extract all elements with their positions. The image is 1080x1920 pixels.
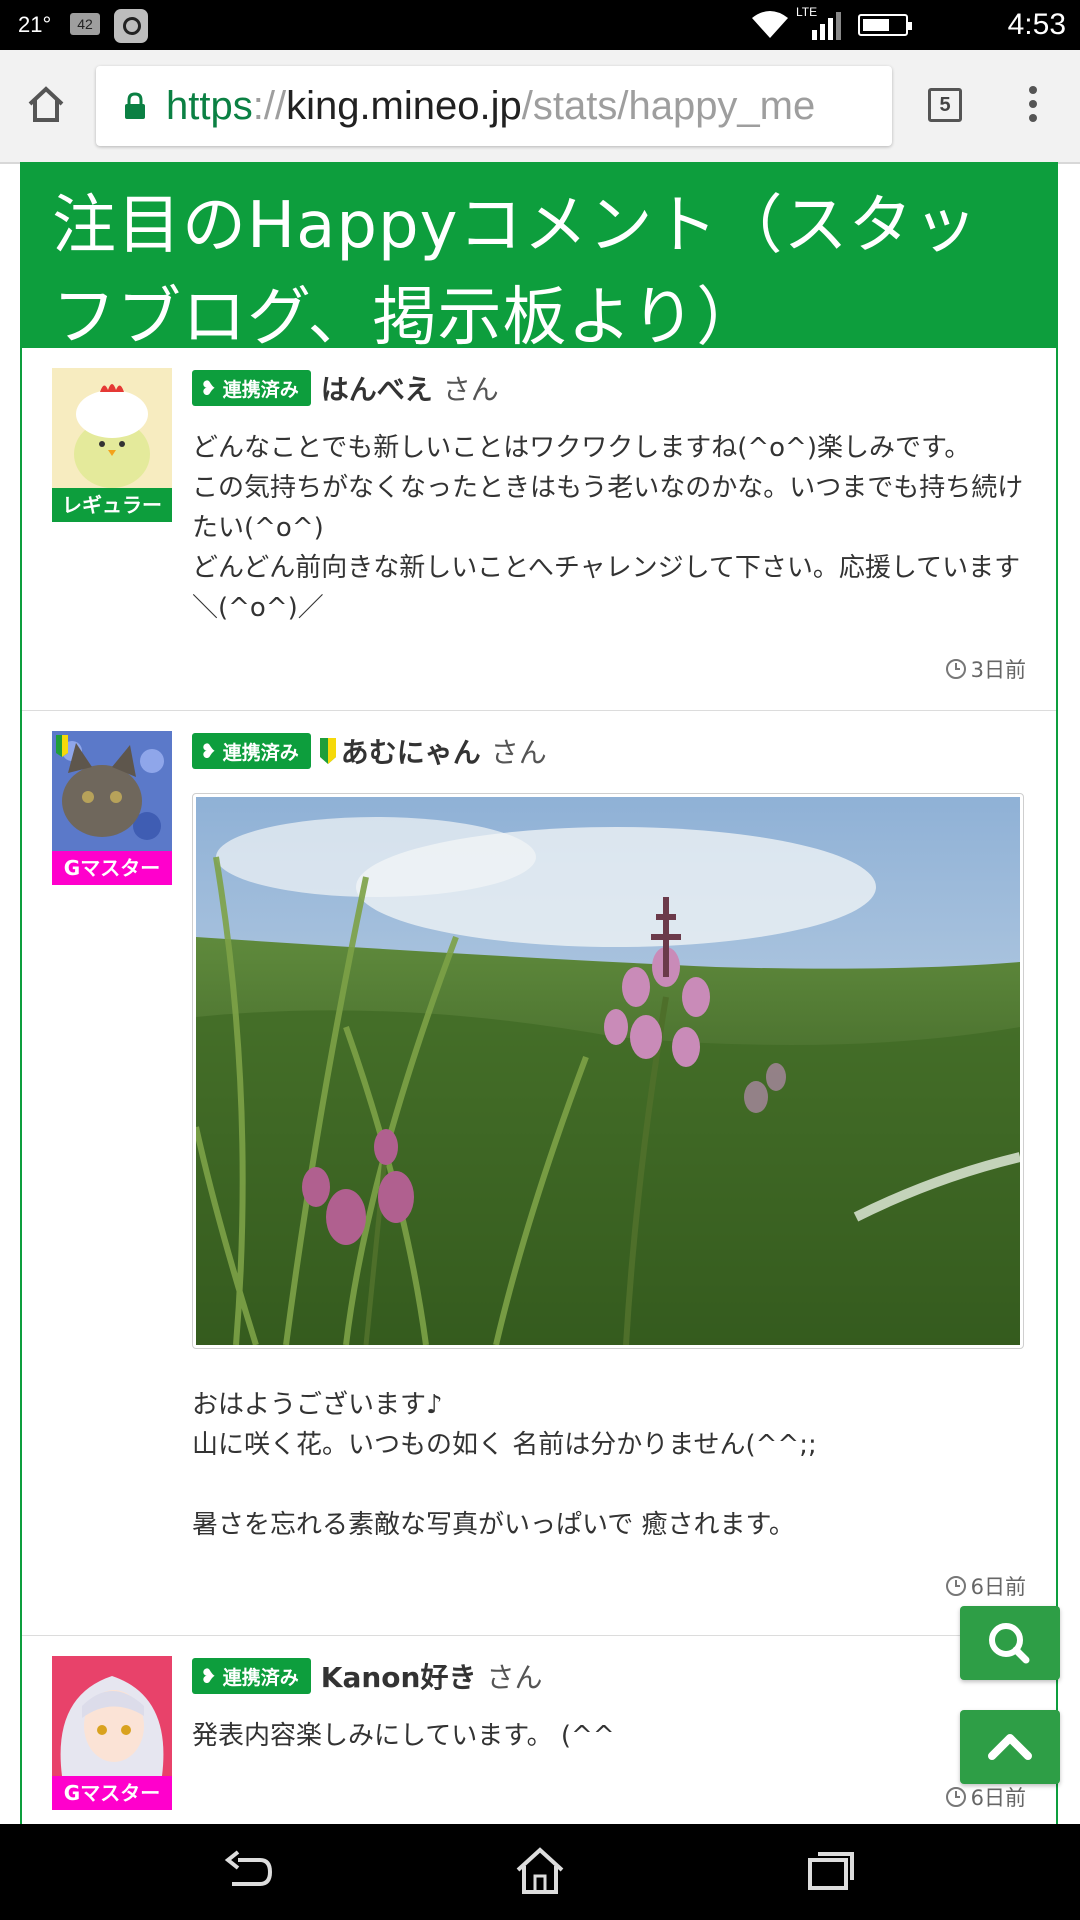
status-bar: 21° 42 LTE 4:53 [0, 0, 1080, 50]
url-separator: :// [252, 84, 287, 128]
heart-leaf-icon: ❥ [200, 739, 217, 763]
heart-leaf-icon: ❥ [200, 1664, 217, 1688]
back-icon[interactable] [224, 1846, 274, 1894]
home-nav-icon[interactable] [514, 1846, 566, 1896]
time-ago: 3日前 [970, 658, 1026, 682]
comment-item: Gマスター ❥ 連携済み Kanon好き さん 発表内容楽しみにしています。 (^… [22, 1636, 1056, 1824]
scroll-top-button[interactable] [960, 1710, 1060, 1784]
page-content: 注目のHappyコメント（スタッフブログ、掲示板より） レギュラー ❥連携済み [20, 162, 1058, 1824]
cat-photo-icon [52, 731, 172, 851]
time-ago: 6日前 [970, 1786, 1026, 1810]
avatar[interactable]: レギュラー [52, 368, 172, 524]
linked-badge: ❥ 連携済み [192, 370, 311, 406]
linked-label: 連携済み [222, 378, 299, 401]
clock-icon [945, 1576, 966, 1596]
honorific: さん [490, 736, 547, 769]
url-host: king.mineo.jp [286, 84, 522, 128]
comment-time: 3日前 [192, 654, 1026, 708]
post-photo[interactable] [192, 793, 1024, 1349]
clock-icon [945, 1787, 966, 1807]
lock-icon [125, 92, 145, 119]
recents-icon[interactable] [806, 1846, 856, 1894]
rank-badge: Gマスター [52, 1776, 172, 1810]
linked-label: 連携済み [222, 741, 299, 764]
anime-character-icon [52, 1656, 172, 1776]
wifi-icon [752, 11, 788, 38]
avatar[interactable]: Gマスター [52, 1656, 172, 1812]
flower-photo [196, 797, 1020, 1345]
avatar-image [52, 731, 172, 851]
navigation-bar [0, 1824, 1080, 1920]
page-title: 注目のHappyコメント（スタッフブログ、掲示板より） [22, 162, 1056, 355]
temperature-text: 21° [18, 12, 52, 37]
url-path: /stats/happy_me [521, 84, 816, 128]
username-link[interactable]: Kanon好き [321, 1656, 477, 1696]
tabs-icon[interactable]: 5 [928, 88, 962, 122]
comment-text: どんなことでも新しいことはワクワクしますね(^o^)楽しみです。 この気持ちがな… [192, 433, 1024, 623]
honorific: さん [486, 1661, 543, 1694]
avatar-image [52, 1656, 172, 1776]
avatar[interactable]: Gマスター [52, 731, 172, 887]
comment-text: おはようございます♪ 山に咲く花。いつもの如く 名前は分かりません(^^;; 暑… [192, 1390, 817, 1540]
linked-badge: ❥ 連携済み [192, 1658, 311, 1694]
signal-icon [812, 12, 841, 40]
chick-character-icon [52, 368, 172, 488]
search-icon [989, 1623, 1030, 1664]
heart-leaf-icon: ❥ [200, 376, 217, 400]
chevron-up-icon [988, 1734, 1032, 1760]
avatar-image [52, 368, 172, 488]
beginner-mark-icon [319, 738, 336, 764]
home-icon[interactable] [24, 82, 68, 126]
app-notification-icon [114, 9, 148, 43]
notification-count-icon: 42 [70, 13, 100, 35]
clock-icon [945, 659, 966, 679]
menu-icon[interactable] [1028, 86, 1038, 126]
linked-label: 連携済み [222, 1666, 299, 1689]
browser-toolbar: https://king.mineo.jp/stats/happy_me 5 [0, 50, 1080, 164]
linked-badge: ❥ 連携済み [192, 733, 311, 769]
time-ago: 6日前 [970, 1575, 1026, 1599]
username-link[interactable]: はんべえ [321, 368, 433, 408]
username-link[interactable]: あむにゃん [341, 731, 481, 771]
comment-item: レギュラー ❥ 連携済み はんべえ さん どんなことでも新しいことはワクワクします… [22, 348, 1056, 711]
comment-time: 6日前 [192, 1782, 1026, 1824]
search-button[interactable] [960, 1606, 1060, 1680]
rank-badge: レギュラー [52, 488, 172, 522]
comment-item: Gマスター ❥ 連携済み あむにゃん さん おはようございます♪ 山に咲く花。い… [22, 711, 1056, 1636]
comment-time: 6日前 [192, 1571, 1026, 1625]
clock-time: 4:53 [1007, 8, 1066, 41]
url-bar[interactable]: https://king.mineo.jp/stats/happy_me [96, 66, 892, 146]
url-scheme: https [166, 84, 253, 128]
rank-badge: Gマスター [52, 851, 172, 885]
comment-text: 発表内容楽しみにしています。 (^^ [192, 1721, 615, 1751]
honorific: さん [442, 373, 499, 406]
url-text: https://king.mineo.jp/stats/happy_me [166, 84, 815, 129]
battery-icon [858, 14, 912, 36]
